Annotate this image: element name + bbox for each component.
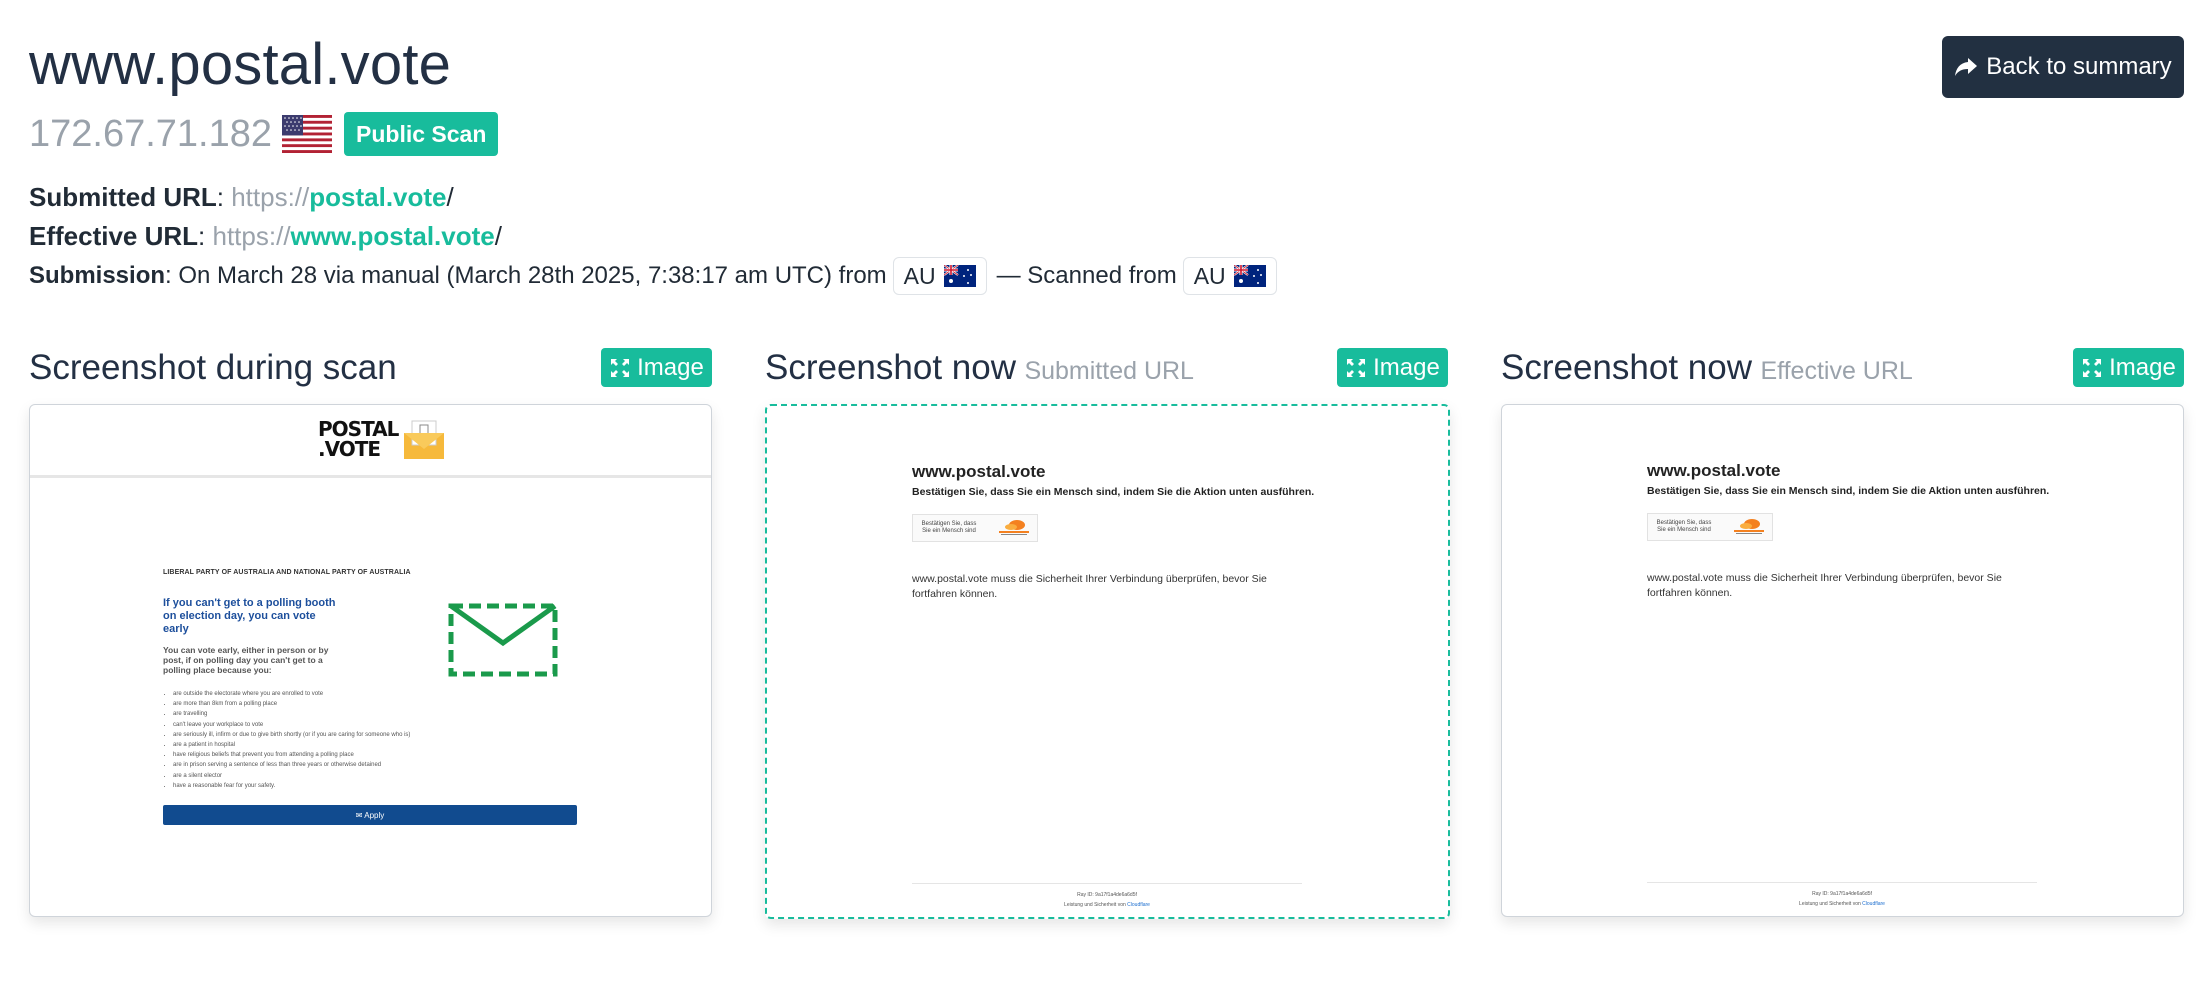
list-item: are outside the electorate where you are…	[173, 689, 503, 699]
panel-title: Screenshot during scan	[29, 348, 397, 387]
effective-url-host-link[interactable]: www.postal.vote	[291, 221, 495, 251]
expand-icon	[2083, 358, 2102, 377]
au-flag-icon	[1233, 265, 1266, 287]
footer-divider	[1647, 882, 2037, 883]
public-scan-badge: Public Scan	[344, 112, 499, 156]
apply-button: ✉ Apply	[163, 805, 577, 825]
reasons-list: are outside the electorate where you are…	[163, 689, 503, 791]
turnstile-text: Bestätigen Sie, dass Sie ein Mensch sind	[1656, 520, 1712, 533]
expand-icon	[611, 358, 630, 377]
screenshot-thumbnail[interactable]: POSTAL .VOTE LIBERAL PARTY OF AUSTRALIA …	[29, 404, 712, 917]
submission-text: : On March 28 via manual (March 28th 202…	[165, 262, 887, 289]
list-item: are in prison serving a sentence of less…	[173, 760, 503, 770]
list-item: are a silent elector	[173, 771, 503, 781]
challenge-host: www.postal.vote	[1647, 461, 1781, 480]
back-to-summary-label: Back to summary	[1986, 53, 2172, 80]
submitted-url-row: Submitted URL: https://postal.vote/	[29, 182, 454, 212]
party-text: LIBERAL PARTY OF AUSTRALIA AND NATIONAL …	[163, 569, 411, 576]
turnstile-widget: Bestätigen Sie, dass Sie ein Mensch sind	[912, 514, 1038, 542]
image-button-label: Image	[637, 353, 704, 381]
submission-row: Submission : On March 28 via manual (Mar…	[29, 257, 1287, 295]
performance-text: Leistung und Sicherheit von Cloudflare	[1799, 901, 1885, 907]
share-arrow-icon	[1955, 58, 1978, 76]
scanned-country-pill[interactable]: AU	[1182, 257, 1277, 295]
ray-id: Ray ID: 9a17f1a4de6a6d5f	[1812, 891, 1872, 897]
us-flag-icon	[282, 115, 333, 153]
logo-line-2: .VOTE	[318, 437, 381, 461]
effective-url-scheme: https://	[212, 221, 291, 251]
scanned-from-text: — Scanned from	[996, 262, 1177, 289]
list-item: are a patient in hospital	[173, 740, 503, 750]
envelope-logo-icon	[404, 420, 445, 459]
list-item: have a reasonable fear for your safety.	[173, 781, 503, 791]
image-button-label: Image	[2109, 353, 2176, 381]
back-to-summary-button[interactable]: Back to summary	[1942, 36, 2184, 98]
panel-subtitle: Submitted URL	[1024, 357, 1194, 385]
expand-image-button[interactable]: Image	[2073, 348, 2184, 387]
image-button-label: Image	[1373, 353, 1440, 381]
list-item: are more than 8km from a polling place	[173, 699, 503, 709]
expand-icon	[1347, 358, 1366, 377]
effective-url-row: Effective URL: https://www.postal.vote/	[29, 221, 502, 251]
panel-title: Screenshot now	[1501, 348, 1752, 387]
screenshot-thumbnail[interactable]: www.postal.vote Bestätigen Sie, dass Sie…	[1501, 404, 2184, 917]
postal-vote-logo: POSTAL .VOTE	[318, 417, 446, 461]
au-flag-icon	[943, 265, 976, 287]
site-heading: If you can't get to a polling booth on e…	[163, 597, 336, 635]
submitted-url-scheme: https://	[231, 182, 310, 212]
site-header: POSTAL .VOTE	[30, 405, 711, 478]
ip-row: 172.67.71.182 Public Scan	[29, 110, 499, 158]
page-title: www.postal.vote	[29, 32, 452, 97]
performance-text: Leistung und Sicherheit von Cloudflare	[1064, 902, 1150, 908]
challenge-host: www.postal.vote	[912, 462, 1046, 481]
cloudflare-logo-icon	[999, 520, 1029, 535]
challenge-confirm-text: Bestätigen Sie, dass Sie ein Mensch sind…	[912, 486, 1315, 498]
list-item: can't leave your workplace to vote	[173, 720, 503, 730]
scanned-country-code: AU	[1193, 263, 1226, 289]
turnstile-text: Bestätigen Sie, dass Sie ein Mensch sind	[921, 521, 977, 534]
submitted-url-label: Submitted URL	[29, 182, 217, 212]
challenge-confirm-text: Bestätigen Sie, dass Sie ein Mensch sind…	[1647, 485, 2050, 497]
ip-address: 172.67.71.182	[29, 113, 273, 155]
submitted-url-path: /	[446, 182, 454, 212]
expand-image-button[interactable]: Image	[601, 348, 712, 387]
list-item: have religious beliefs that prevent you …	[173, 750, 503, 760]
panel-screenshot-now-effective: Screenshot now Effective URL Image www.p…	[1501, 348, 2184, 917]
expand-image-button[interactable]: Image	[1337, 348, 1448, 387]
submission-label: Submission	[29, 262, 166, 289]
ray-id: Ray ID: 9a17f1a4de6a6d5f	[1077, 892, 1137, 898]
screenshot-thumbnail[interactable]: www.postal.vote Bestätigen Sie, dass Sie…	[765, 404, 1450, 919]
effective-url-label: Effective URL	[29, 221, 199, 251]
logo-line-1: POSTAL	[318, 417, 399, 441]
footer-divider	[912, 883, 1302, 884]
panel-subtitle: Effective URL	[1760, 357, 1913, 385]
envelope-icon	[448, 603, 558, 677]
cloudflare-logo-icon	[1734, 519, 1764, 534]
submission-country-code: AU	[903, 263, 936, 289]
list-item: are travelling	[173, 709, 503, 719]
panel-title: Screenshot now	[765, 348, 1016, 387]
submitted-url-host-link[interactable]: postal.vote	[309, 182, 446, 212]
turnstile-widget: Bestätigen Sie, dass Sie ein Mensch sind	[1647, 513, 1773, 541]
submission-country-pill[interactable]: AU	[892, 257, 987, 295]
site-subheading: You can vote early, either in person or …	[163, 645, 329, 675]
challenge-description: www.postal.vote muss die Sicherheit Ihre…	[912, 573, 1267, 600]
panel-screenshot-now-submitted: Screenshot now Submitted URL Image www.p…	[765, 348, 1450, 919]
challenge-description: www.postal.vote muss die Sicherheit Ihre…	[1647, 572, 2002, 599]
effective-url-path: /	[494, 221, 502, 251]
list-item: are seriously ill, infirm or due to give…	[173, 730, 503, 740]
panel-screenshot-during-scan: Screenshot during scan Image POSTAL .VOT…	[29, 348, 712, 917]
